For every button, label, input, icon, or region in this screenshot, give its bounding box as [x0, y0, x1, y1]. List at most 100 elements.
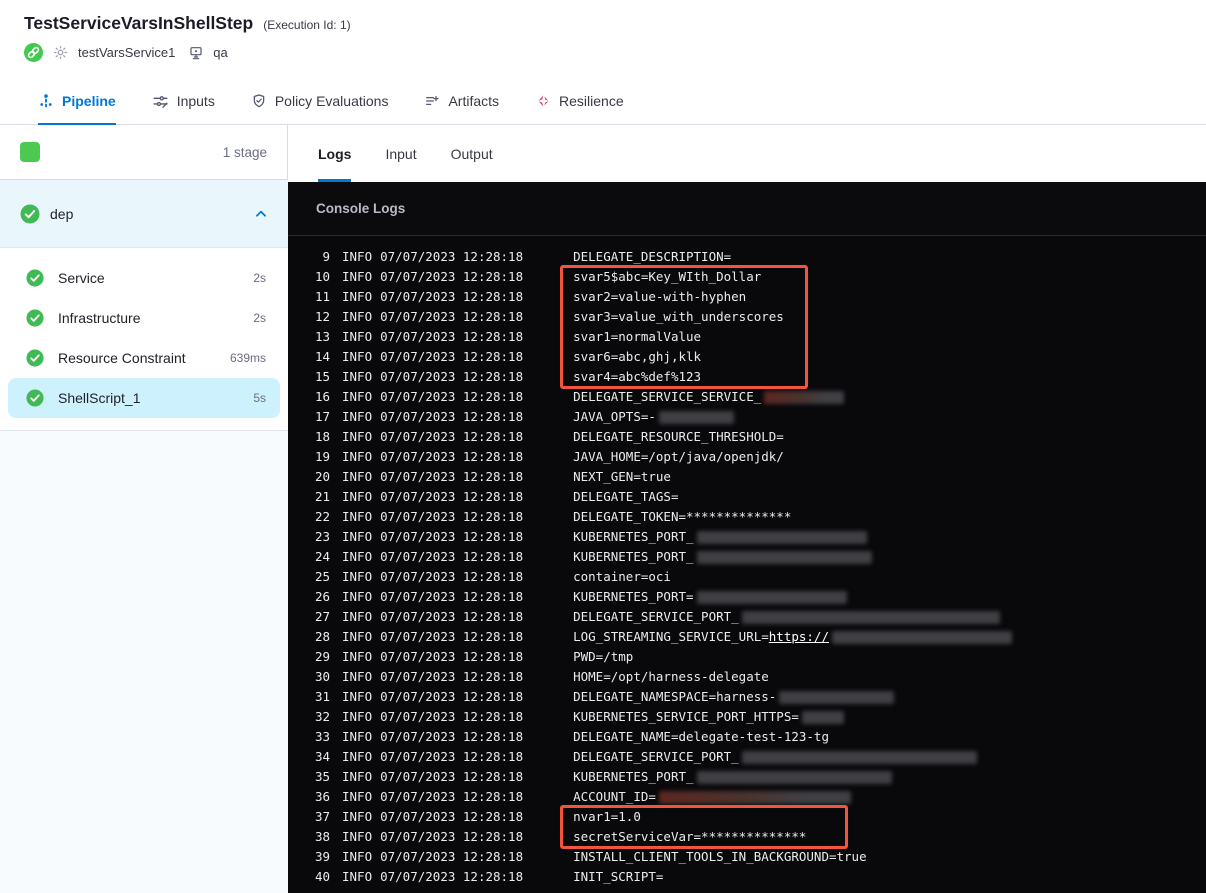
log-message: DELEGATE_TOKEN=************** — [573, 507, 791, 527]
stage-status-swatch[interactable] — [20, 142, 40, 162]
log-text: nvar1=1.0 — [573, 809, 641, 824]
log-message: DELEGATE_NAMESPACE=harness- — [573, 687, 895, 707]
log-text: DELEGATE_RESOURCE_THRESHOLD= — [573, 429, 784, 444]
step-row-shellscript-1[interactable]: ShellScript_1 5s — [8, 378, 280, 418]
log-line: 38 INFO 07/07/2023 12:28:18 secretServiceVa… — [288, 827, 1206, 847]
log-line: 34 INFO 07/07/2023 12:28:18 DELEGATE_SERVIC… — [288, 747, 1206, 767]
execution-id: (Execution Id: 1) — [263, 18, 351, 32]
check-circle-icon — [26, 389, 44, 407]
redacted-text — [764, 390, 845, 404]
service-name: testVarsService1 — [78, 45, 176, 60]
tab-policy-evaluations-label: Policy Evaluations — [274, 93, 389, 109]
tab-inputs-label: Inputs — [176, 93, 215, 109]
log-message: KUBERNETES_PORT_ — [573, 767, 892, 787]
stage-sidebar: 1 stage dep Service 2s Infrastructure 2s… — [0, 125, 288, 893]
console-title: Console Logs — [316, 201, 406, 216]
log-message: KUBERNETES_PORT_ — [573, 527, 867, 547]
log-message: svar4=abc%def%123 — [573, 367, 701, 387]
log-text: container=oci — [573, 569, 671, 584]
log-line: 20 INFO 07/07/2023 12:28:18 NEXT_GEN=true — [288, 467, 1206, 487]
page-header: TestServiceVarsInShellStep (Execution Id… — [0, 0, 1206, 78]
log-text: DELEGATE_SERVICE_SERVICE_ — [573, 389, 762, 404]
log-message: NEXT_GEN=true — [573, 467, 671, 487]
log-text: KUBERNETES_SERVICE_PORT_HTTPS= — [573, 709, 799, 724]
stage-count-label: 1 stage — [222, 144, 267, 160]
page-title: TestServiceVarsInShellStep — [24, 13, 254, 33]
redacted-text — [658, 790, 851, 804]
log-message: KUBERNETES_PORT= — [573, 587, 847, 607]
step-duration: 2s — [253, 311, 266, 325]
log-message: svar2=value-with-hyphen — [573, 287, 746, 307]
log-line: 21 INFO 07/07/2023 12:28:18 DELEGATE_TAGS= — [288, 487, 1206, 507]
log-text: DELEGATE_TAGS= — [573, 489, 679, 504]
log-text: DELEGATE_SERVICE_PORT_ — [573, 749, 739, 764]
log-text: secretServiceVar=************** — [573, 829, 807, 844]
log-line: 16 INFO 07/07/2023 12:28:18 DELEGATE_SERVIC… — [288, 387, 1206, 407]
tab-resilience[interactable]: Resilience — [535, 78, 624, 124]
tab-artifacts[interactable]: Artifacts — [424, 78, 499, 124]
step-duration: 5s — [253, 391, 266, 405]
log-text: svar6=abc,ghj,klk — [573, 349, 702, 364]
log-line: 22 INFO 07/07/2023 12:28:18 DELEGATE_TOKEN=… — [288, 507, 1206, 527]
log-text: svar2=value-with-hyphen — [573, 289, 747, 304]
step-name: ShellScript_1 — [58, 390, 141, 406]
log-message: svar3=value_with_underscores — [573, 307, 784, 327]
tab-policy-evaluations[interactable]: Policy Evaluations — [251, 78, 389, 124]
log-message: INIT_SCRIPT= — [573, 867, 663, 887]
step-row-service[interactable]: Service 2s — [8, 258, 280, 298]
log-text: LOG_STREAMING_SERVICE_URL= — [573, 629, 769, 644]
console-log-lines[interactable]: 9 INFO 07/07/2023 12:28:18 DELEGATE_DESCRIP… — [288, 236, 1206, 893]
log-message: INSTALL_CLIENT_TOOLS_IN_BACKGROUND=true — [573, 847, 867, 867]
tab-pipeline-label: Pipeline — [62, 93, 116, 109]
log-message: DELEGATE_RESOURCE_THRESHOLD= — [573, 427, 784, 447]
log-text: KUBERNETES_PORT= — [573, 589, 694, 604]
step-details-tabs: Logs Input Output — [288, 125, 1206, 182]
tab-logs[interactable]: Logs — [318, 125, 352, 182]
log-text: KUBERNETES_PORT_ — [573, 549, 694, 564]
log-url-link[interactable]: https:// — [769, 627, 829, 647]
pipeline-icon — [38, 93, 54, 109]
step-details-panel: Logs Input Output Console Logs 9 INFO 07/0… — [288, 125, 1206, 893]
log-message: DELEGATE_SERVICE_PORT_ — [573, 747, 977, 767]
check-circle-icon — [20, 204, 40, 224]
log-line: 28 INFO 07/07/2023 12:28:18 LOG_STREAMING_S… — [288, 627, 1206, 647]
stage-header-dep[interactable]: dep — [0, 180, 288, 248]
inputs-icon — [152, 93, 169, 110]
log-message: PWD=/tmp — [573, 647, 633, 667]
check-circle-icon — [26, 309, 44, 327]
redacted-text — [658, 410, 734, 424]
log-text: INIT_SCRIPT= — [573, 869, 664, 884]
log-text: JAVA_OPTS=- — [573, 409, 656, 424]
log-message: nvar1=1.0 — [573, 807, 641, 827]
collapse-stage-button[interactable] — [254, 207, 268, 221]
tab-input[interactable]: Input — [385, 125, 416, 182]
tab-output-label: Output — [450, 145, 493, 162]
log-text: ACCOUNT_ID= — [573, 789, 656, 804]
log-text: JAVA_HOME=/opt/java/openjdk/ — [573, 449, 784, 464]
log-line: 10 INFO 07/07/2023 12:28:18 svar5$abc=Key_W… — [288, 267, 1206, 287]
log-line: 23 INFO 07/07/2023 12:28:18 KUBERNETES_PORT… — [288, 527, 1206, 547]
log-line: 35 INFO 07/07/2023 12:28:18 KUBERNETES_PORT… — [288, 767, 1206, 787]
redacted-text — [696, 590, 847, 604]
stage-summary-bar: 1 stage — [0, 125, 288, 180]
tab-inputs[interactable]: Inputs — [152, 78, 215, 124]
step-row-infrastructure[interactable]: Infrastructure 2s — [8, 298, 280, 338]
redacted-text — [696, 530, 867, 544]
log-message: svar6=abc,ghj,klk — [573, 347, 701, 367]
tab-output[interactable]: Output — [451, 125, 493, 182]
log-text: NEXT_GEN=true — [573, 469, 671, 484]
step-row-resource-constraint[interactable]: Resource Constraint 639ms — [8, 338, 280, 378]
log-line: 27 INFO 07/07/2023 12:28:18 DELEGATE_SERVIC… — [288, 607, 1206, 627]
log-line: 36 INFO 07/07/2023 12:28:18 ACCOUNT_ID= — [288, 787, 1206, 807]
tab-pipeline[interactable]: Pipeline — [38, 78, 116, 125]
log-message: DELEGATE_TAGS= — [573, 487, 678, 507]
step-duration: 2s — [253, 271, 266, 285]
log-line: 15 INFO 07/07/2023 12:28:18 svar4=abc%def%1… — [288, 367, 1206, 387]
redacted-text — [696, 550, 872, 564]
redacted-text — [832, 630, 1012, 644]
redacted-text — [801, 710, 844, 724]
redacted-text — [741, 610, 1000, 624]
policy-shield-icon — [251, 93, 267, 109]
log-message: container=oci — [573, 567, 671, 587]
log-line: 29 INFO 07/07/2023 12:28:18 PWD=/tmp — [288, 647, 1206, 667]
